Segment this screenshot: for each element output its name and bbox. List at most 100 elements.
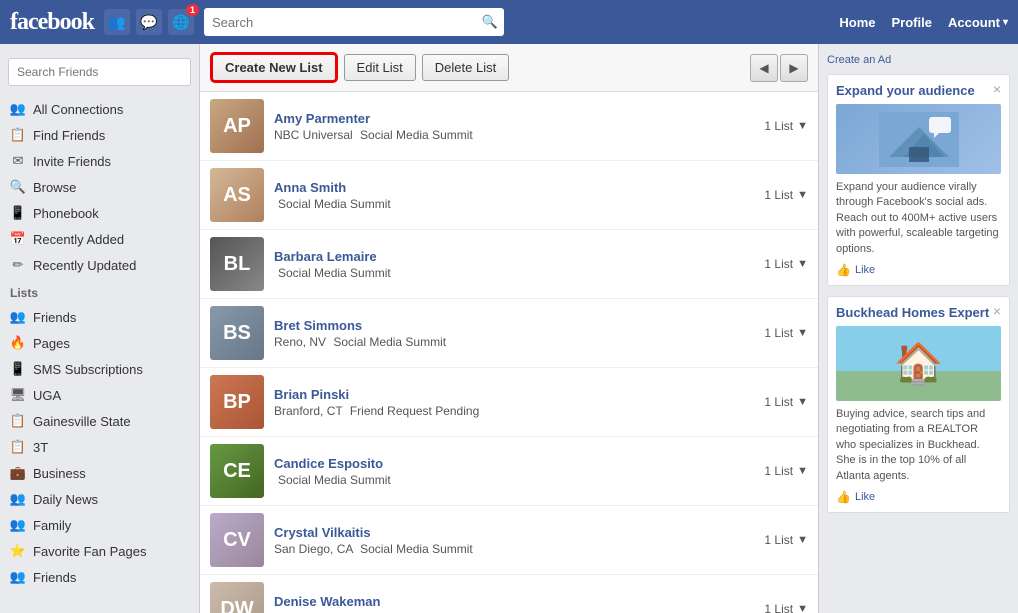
friend-list-count[interactable]: 1 List ▼: [764, 395, 808, 409]
friend-row[interactable]: BL Barbara Lemaire Social Media Summit 1…: [200, 230, 818, 299]
ad2-like-icon: 👍: [836, 490, 851, 504]
sidebar-item-friends[interactable]: 👥 Friends: [0, 304, 199, 330]
find-friends-icon: 📋: [10, 127, 26, 143]
list-count-arrow-icon: ▼: [797, 258, 808, 270]
all-connections-icon: 👥: [10, 101, 26, 117]
ad1-like-button[interactable]: 👍 Like: [836, 263, 1001, 277]
friend-list-count[interactable]: 1 List ▼: [764, 326, 808, 340]
business-icon: 💼: [10, 465, 26, 481]
messages-nav-icon[interactable]: 💬: [136, 9, 162, 35]
sidebar-item-business[interactable]: 💼 Business: [0, 460, 199, 486]
friend-row[interactable]: BP Brian Pinski Branford, CT Friend Requ…: [200, 368, 818, 437]
avatar-placeholder: CE: [210, 444, 264, 498]
sidebar-item-phonebook[interactable]: 📱 Phonebook: [0, 200, 199, 226]
prev-arrow-button[interactable]: ◀: [750, 54, 778, 82]
friend-name[interactable]: Candice Esposito: [274, 456, 754, 471]
ad2-like-button[interactable]: 👍 Like: [836, 490, 1001, 504]
search-input[interactable]: [204, 8, 504, 36]
friend-meta: Reno, NV Social Media Summit: [274, 335, 754, 349]
friend-meta: San Diego, CA Social Media Summit: [274, 542, 754, 556]
friend-info: Bret Simmons Reno, NV Social Media Summi…: [274, 318, 754, 349]
friend-name[interactable]: Bret Simmons: [274, 318, 754, 333]
friend-list-count[interactable]: 1 List ▼: [764, 533, 808, 547]
search-icon[interactable]: 🔍: [482, 14, 498, 30]
avatar-placeholder: AP: [210, 99, 264, 153]
sms-subscriptions-icon: 📱: [10, 361, 26, 377]
friend-row[interactable]: CV Crystal Vilkaitis San Diego, CA Socia…: [200, 506, 818, 575]
friend-list-count[interactable]: 1 List ▼: [764, 188, 808, 202]
friend-name[interactable]: Amy Parmenter: [274, 111, 754, 126]
sidebar-item-3t[interactable]: 📋 3T: [0, 434, 199, 460]
notifications-nav-icon[interactable]: 🌐 1: [168, 9, 194, 35]
sidebar-item-uga[interactable]: 🖥 UGA: [0, 382, 199, 408]
sidebar-item-recently-updated-label: Recently Updated: [33, 258, 136, 273]
sidebar-item-invite-friends[interactable]: ✉ Invite Friends: [0, 148, 199, 174]
friend-name[interactable]: Anna Smith: [274, 180, 754, 195]
friend-name[interactable]: Denise Wakeman: [274, 594, 754, 609]
edit-list-button[interactable]: Edit List: [344, 54, 416, 81]
friends-nav-icon[interactable]: 👥: [104, 9, 130, 35]
friend-name[interactable]: Brian Pinski: [274, 387, 754, 402]
create-ad-link[interactable]: Create an Ad: [827, 54, 1010, 66]
recently-updated-icon: ✏: [10, 257, 26, 273]
sidebar-item-daily-news-label: Daily News: [33, 492, 98, 507]
sidebar-item-friends2[interactable]: 👥 Friends: [0, 564, 199, 590]
sidebar-item-pages-label: Pages: [33, 336, 70, 351]
ad1-description: Expand your audience virally through Fac…: [836, 180, 1001, 257]
next-arrow-button[interactable]: ▶: [780, 54, 808, 82]
sidebar-item-fan-pages-label: Favorite Fan Pages: [33, 544, 146, 559]
create-new-list-button[interactable]: Create New List: [210, 52, 338, 83]
friends-toolbar: Create New List Edit List Delete List ◀ …: [200, 44, 818, 92]
home-link[interactable]: Home: [839, 15, 875, 30]
sidebar-item-all-connections[interactable]: 👥 All Connections: [0, 96, 199, 122]
friend-row[interactable]: BS Bret Simmons Reno, NV Social Media Su…: [200, 299, 818, 368]
friend-row[interactable]: AP Amy Parmenter NBC Universal Social Me…: [200, 92, 818, 161]
sidebar-item-invite-friends-label: Invite Friends: [33, 154, 111, 169]
friend-name[interactable]: Barbara Lemaire: [274, 249, 754, 264]
sidebar-item-browse[interactable]: 🔍 Browse: [0, 174, 199, 200]
recently-added-icon: 📅: [10, 231, 26, 247]
sidebar-item-friends-label: Friends: [33, 310, 76, 325]
profile-link[interactable]: Profile: [892, 15, 932, 30]
sidebar-item-daily-news[interactable]: 👥 Daily News: [0, 486, 199, 512]
account-link[interactable]: Account ▾: [948, 15, 1008, 30]
friend-avatar: BP: [210, 375, 264, 429]
invite-friends-icon: ✉: [10, 153, 26, 169]
ad1-close-icon[interactable]: ×: [993, 81, 1001, 97]
delete-list-button[interactable]: Delete List: [422, 54, 509, 81]
search-friends-input[interactable]: [8, 58, 191, 86]
friend-list-count[interactable]: 1 List ▼: [764, 602, 808, 613]
friend-list-count[interactable]: 1 List ▼: [764, 119, 808, 133]
ad2-close-icon[interactable]: ×: [993, 303, 1001, 319]
avatar-placeholder: DW: [210, 582, 264, 613]
avatar-placeholder: CV: [210, 513, 264, 567]
search-friends-container: [0, 52, 199, 92]
sidebar-item-recently-added[interactable]: 📅 Recently Added: [0, 226, 199, 252]
sidebar-item-pages[interactable]: 🔥 Pages: [0, 330, 199, 356]
friend-row[interactable]: DW Denise Wakeman North Hollywood, CA So…: [200, 575, 818, 613]
content-area: Create New List Edit List Delete List ◀ …: [200, 44, 818, 613]
sidebar-item-sms-label: SMS Subscriptions: [33, 362, 143, 377]
sidebar-item-gainesville-state[interactable]: 📋 Gainesville State: [0, 408, 199, 434]
sidebar-item-sms-subscriptions[interactable]: 📱 SMS Subscriptions: [0, 356, 199, 382]
friends2-icon: 👥: [10, 569, 26, 585]
house-icon: 🏠: [894, 340, 944, 387]
sidebar-item-family[interactable]: 👥 Family: [0, 512, 199, 538]
list-count-arrow-icon: ▼: [797, 327, 808, 339]
friend-row[interactable]: AS Anna Smith Social Media Summit 1 List…: [200, 161, 818, 230]
sidebar-item-phonebook-label: Phonebook: [33, 206, 99, 221]
sidebar-item-favorite-fan-pages[interactable]: ⭐ Favorite Fan Pages: [0, 538, 199, 564]
main-layout: 👥 All Connections 📋 Find Friends ✉ Invit…: [0, 44, 1018, 613]
friend-tag: Friend Request Pending: [350, 404, 479, 418]
list-count-arrow-icon: ▼: [797, 465, 808, 477]
friend-info: Anna Smith Social Media Summit: [274, 180, 754, 211]
friend-list-count[interactable]: 1 List ▼: [764, 464, 808, 478]
friend-row[interactable]: CE Candice Esposito Social Media Summit …: [200, 437, 818, 506]
avatar-placeholder: BL: [210, 237, 264, 291]
sidebar-item-recently-updated[interactable]: ✏ Recently Updated: [0, 252, 199, 278]
sidebar-item-find-friends[interactable]: 📋 Find Friends: [0, 122, 199, 148]
friend-name[interactable]: Crystal Vilkaitis: [274, 525, 754, 540]
avatar-placeholder: BS: [210, 306, 264, 360]
friend-list-count[interactable]: 1 List ▼: [764, 257, 808, 271]
uga-icon: 🖥: [10, 387, 26, 403]
